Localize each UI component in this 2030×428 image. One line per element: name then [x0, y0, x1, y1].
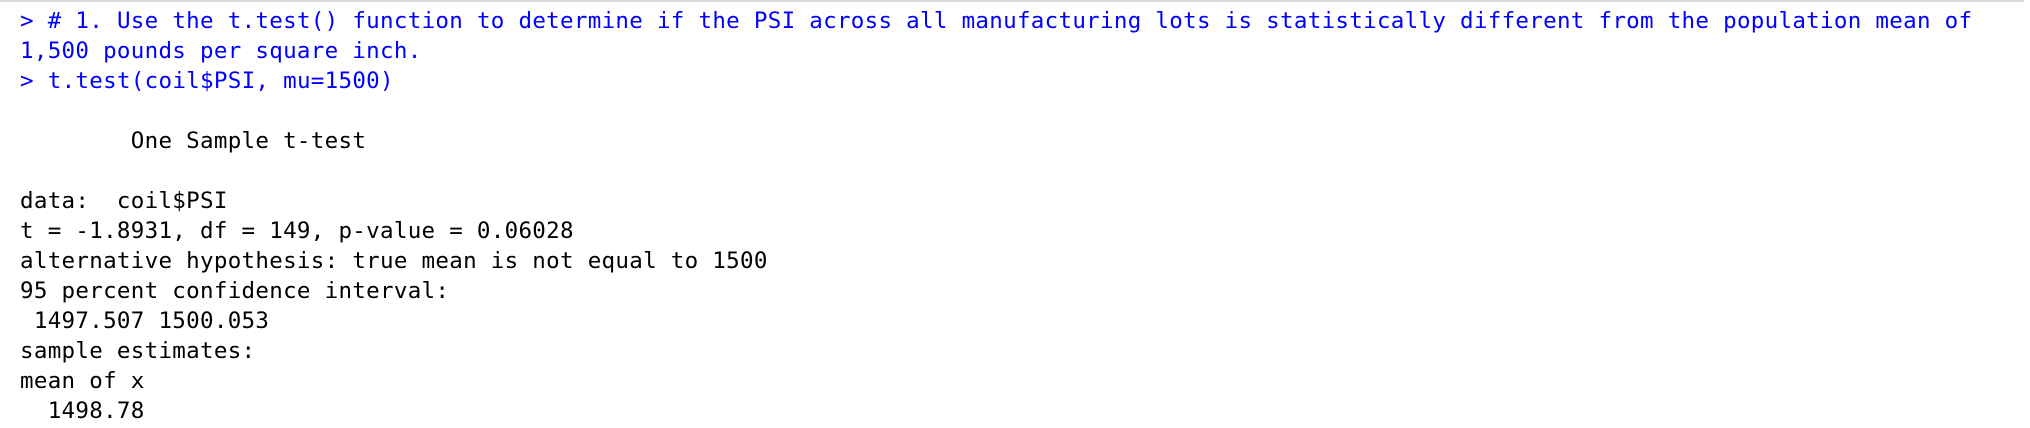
comment-text: # 1. Use the t.test() function to determ… — [20, 8, 1987, 64]
test-title-text: One Sample t-test — [130, 128, 367, 154]
confidence-interval-label: 95 percent confidence interval: — [20, 278, 450, 304]
sample-estimates-label: sample estimates: — [20, 338, 256, 364]
data-line: data: coil$PSI — [20, 188, 228, 214]
console-scrollbar[interactable] — [2024, 0, 2030, 428]
statistics-line: t = -1.8931, df = 149, p-value = 0.06028 — [20, 218, 574, 244]
r-console[interactable]: > # 1. Use the t.test() function to dete… — [0, 0, 2030, 428]
console-input-comment: > # 1. Use the t.test() function to dete… — [20, 6, 2016, 66]
confidence-interval-values: 1497.507 1500.053 — [20, 308, 270, 334]
estimate-name: mean of x — [20, 368, 145, 394]
command-text: t.test(coil$PSI, mu=1500) — [47, 68, 394, 94]
console-prompt: > — [20, 68, 34, 94]
console-prompt: > — [20, 8, 34, 34]
test-title: One Sample t-test — [20, 126, 2016, 156]
alternative-hypothesis-line: alternative hypothesis: true mean is not… — [20, 248, 768, 274]
console-input-command: > t.test(coil$PSI, mu=1500) — [20, 66, 2016, 96]
estimate-value: 1498.78 — [20, 398, 145, 424]
